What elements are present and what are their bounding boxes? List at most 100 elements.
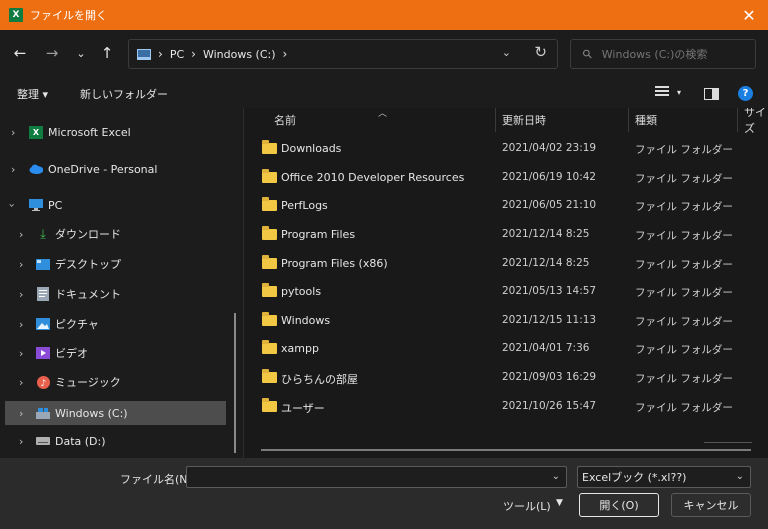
sidebar-item-label: PC — [48, 198, 63, 212]
sidebar-item-desktop[interactable]: › デスクトップ — [0, 253, 232, 275]
music-icon: ♪ — [36, 375, 50, 389]
sidebar-item-label: ビデオ — [55, 347, 88, 360]
sidebar-item-label: ダウンロード — [55, 228, 121, 241]
refresh-icon[interactable]: ↻ — [534, 43, 547, 61]
sidebar-item-onedrive[interactable]: › OneDrive - Personal — [0, 158, 232, 180]
expand-chevron-icon[interactable]: › — [19, 258, 23, 271]
drive-icon — [36, 407, 50, 420]
command-toolbar: 整理 ▾ 新しいフォルダー ▾ ? — [0, 78, 768, 108]
sidebar-item-label: ピクチャ — [55, 318, 99, 331]
file-type: ファイル フォルダー — [635, 230, 733, 242]
desktop-icon — [36, 258, 50, 271]
sidebar-item-downloads[interactable]: › ⤓ ダウンロード — [0, 223, 232, 245]
sidebar-item-windows-c[interactable]: › Windows (C:) — [5, 401, 226, 425]
file-date: 2021/05/13 14:57 — [502, 285, 597, 297]
file-date: 2021/12/15 11:13 — [502, 314, 597, 326]
forward-arrow-icon[interactable]: → — [41, 42, 63, 64]
column-header-date[interactable]: 更新日時 — [502, 108, 546, 132]
column-header-name[interactable]: 名前 — [274, 108, 296, 132]
chevron-down-icon[interactable]: ⌄ — [736, 471, 744, 482]
breadcrumb-pc[interactable]: PC — [170, 48, 184, 61]
expand-chevron-icon[interactable]: › — [19, 376, 23, 389]
up-arrow-icon[interactable]: ↑ — [96, 42, 118, 64]
sidebar-item-microsoft-excel[interactable]: › X Microsoft Excel — [0, 121, 232, 143]
file-date: 2021/04/02 23:19 — [502, 142, 597, 154]
preview-pane-icon[interactable] — [704, 88, 719, 100]
search-icon: ⚲ — [579, 45, 596, 63]
column-separator[interactable] — [495, 108, 496, 132]
file-date: 2021/06/05 21:10 — [502, 199, 597, 211]
sidebar-item-label: デスクトップ — [55, 258, 121, 271]
table-row[interactable]: ユーザー 2021/10/26 15:47 ファイル フォルダー — [244, 393, 768, 422]
table-row[interactable]: Program Files (x86) 2021/12/14 8:25 ファイル… — [244, 250, 768, 279]
expand-chevron-icon[interactable]: › — [11, 126, 15, 139]
list-view-icon[interactable] — [655, 86, 669, 98]
new-folder-button[interactable]: 新しいフォルダー — [80, 86, 168, 102]
tools-button[interactable]: ツール(L) — [503, 498, 551, 514]
table-row[interactable]: PerfLogs 2021/06/05 21:10 ファイル フォルダー — [244, 192, 768, 221]
search-box[interactable]: ⚲ — [570, 39, 756, 69]
file-type: ファイル フォルダー — [635, 201, 733, 213]
chevron-down-icon[interactable]: ⌄ — [552, 471, 560, 482]
file-name: Windows — [281, 314, 331, 327]
address-dropdown-icon[interactable]: ⌄ — [502, 46, 511, 59]
address-bar[interactable]: › PC › Windows (C:) › ⌄ ↻ — [128, 39, 558, 69]
horizontal-scrollbar[interactable] — [261, 449, 751, 451]
sidebar-item-pc[interactable]: › PC — [0, 194, 232, 216]
sidebar-item-pictures[interactable]: › ピクチャ — [0, 313, 232, 335]
tools-dropdown-icon[interactable]: ▼ — [556, 498, 563, 508]
filetype-select[interactable]: Excelブック (*.xl??) ⌄ — [577, 466, 751, 488]
excel-app-icon: X — [9, 8, 23, 22]
recent-locations-chevron-icon[interactable]: ⌄ — [70, 42, 92, 64]
sidebar-item-label: Microsoft Excel — [48, 125, 131, 139]
open-button[interactable]: 開く(O) — [579, 493, 659, 517]
file-type: ファイル フォルダー — [635, 144, 733, 156]
sidebar-item-videos[interactable]: › ビデオ — [0, 342, 232, 364]
breadcrumb-separator-icon: › — [191, 47, 196, 61]
table-row[interactable]: ひらちんの部屋 2021/09/03 16:29 ファイル フォルダー — [244, 364, 768, 393]
expand-chevron-icon[interactable]: › — [19, 435, 23, 448]
expand-chevron-icon[interactable]: › — [19, 318, 23, 331]
search-input[interactable] — [601, 47, 742, 61]
column-header-type[interactable]: 種類 — [635, 108, 657, 132]
title-bar: X ファイルを開く ✕ — [0, 0, 768, 30]
file-date: 2021/12/14 8:25 — [502, 228, 590, 240]
expand-chevron-icon[interactable]: › — [19, 228, 23, 241]
expand-chevron-icon[interactable]: › — [19, 347, 23, 360]
sidebar-scrollbar[interactable] — [234, 313, 236, 453]
sidebar-item-documents[interactable]: › ドキュメント — [0, 283, 232, 305]
close-icon[interactable]: ✕ — [738, 4, 760, 26]
sidebar-item-data-d[interactable]: › Data (D:) — [0, 430, 232, 452]
window-title: ファイルを開く — [30, 9, 107, 22]
folder-icon — [262, 255, 277, 269]
table-row[interactable]: xampp 2021/04/01 7:36 ファイル フォルダー — [244, 335, 768, 364]
expand-chevron-icon[interactable]: › — [11, 163, 15, 176]
table-row[interactable]: pytools 2021/05/13 14:57 ファイル フォルダー — [244, 278, 768, 307]
view-dropdown-icon[interactable]: ▾ — [677, 88, 681, 97]
column-header-size[interactable]: サイズ — [744, 108, 768, 135]
file-name: xampp — [281, 342, 319, 355]
document-icon — [36, 287, 50, 301]
table-row[interactable]: Office 2010 Developer Resources 2021/06/… — [244, 164, 768, 193]
expand-chevron-icon[interactable]: › — [19, 407, 23, 420]
breadcrumb-windows-c[interactable]: Windows (C:) — [203, 48, 276, 61]
sidebar-item-music[interactable]: › ♪ ミュージック — [0, 371, 232, 393]
back-arrow-icon[interactable]: ← — [9, 42, 31, 64]
navigation-bar: ← → ⌄ ↑ › PC › Windows (C:) › ⌄ ↻ ⚲ — [0, 30, 768, 78]
svg-text:♪: ♪ — [40, 379, 46, 389]
breadcrumb-separator-icon: › — [158, 47, 163, 61]
column-separator[interactable] — [737, 108, 738, 132]
table-row[interactable]: Program Files 2021/12/14 8:25 ファイル フォルダー — [244, 221, 768, 250]
table-row[interactable]: Windows 2021/12/15 11:13 ファイル フォルダー — [244, 307, 768, 336]
pc-icon — [29, 199, 43, 212]
column-separator[interactable] — [628, 108, 629, 132]
help-icon[interactable]: ? — [738, 86, 753, 101]
cloud-icon — [29, 163, 43, 176]
expand-chevron-icon[interactable]: › — [19, 288, 23, 301]
organize-button[interactable]: 整理 ▾ — [17, 86, 48, 102]
filename-input[interactable]: ⌄ — [186, 466, 567, 488]
collapse-chevron-icon[interactable]: › — [6, 203, 19, 207]
view-options[interactable]: ▾ — [655, 86, 681, 98]
cancel-button[interactable]: キャンセル — [671, 493, 751, 517]
table-row[interactable]: Downloads 2021/04/02 23:19 ファイル フォルダー — [244, 135, 768, 164]
